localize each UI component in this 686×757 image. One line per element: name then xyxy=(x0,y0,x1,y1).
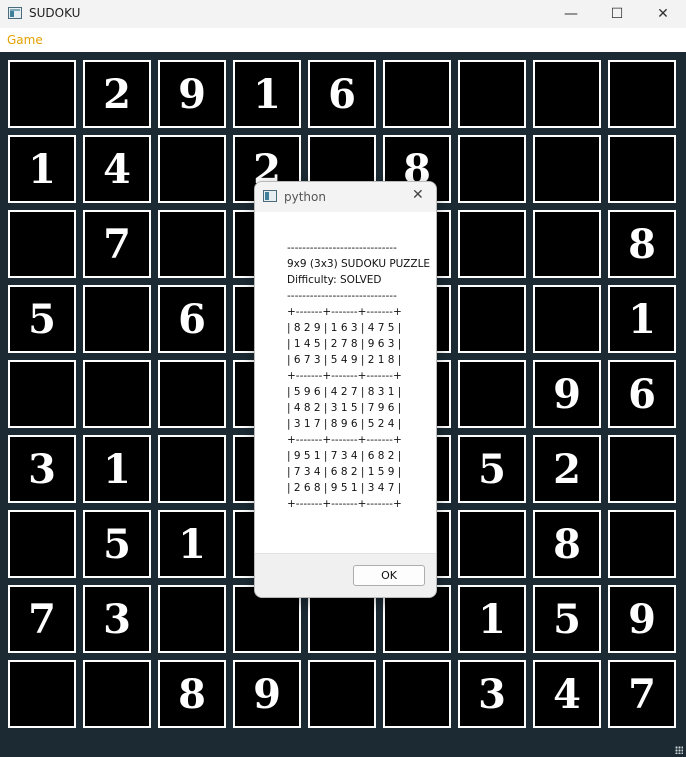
sudoku-cell-r8c9[interactable]: 9 xyxy=(608,585,676,653)
sudoku-cell-r7c1[interactable] xyxy=(8,510,76,578)
sudoku-cell-r9c8[interactable]: 4 xyxy=(533,660,601,728)
dialog-message-line: | 1 4 5 | 2 7 8 | 9 6 3 | xyxy=(287,338,402,350)
dialog-message-line: +-------+-------+-------+ xyxy=(287,370,402,382)
dialog-message-line: +-------+-------+-------+ xyxy=(287,434,402,446)
dialog-message-line: ----------------------------- xyxy=(287,242,397,254)
sudoku-cell-r7c9[interactable] xyxy=(608,510,676,578)
dialog-message-line: +-------+-------+-------+ xyxy=(287,498,402,510)
sudoku-cell-r6c7[interactable]: 5 xyxy=(458,435,526,503)
sudoku-cell-r3c8[interactable] xyxy=(533,210,601,278)
menu-game[interactable]: Game xyxy=(7,33,43,47)
menu-bar: Game xyxy=(0,28,686,52)
dialog-app-icon xyxy=(263,190,277,202)
sudoku-cell-r9c7[interactable]: 3 xyxy=(458,660,526,728)
dialog-message-line: | 6 7 3 | 5 4 9 | 2 1 8 | xyxy=(287,354,402,366)
sudoku-cell-r7c8[interactable]: 8 xyxy=(533,510,601,578)
sudoku-cell-r6c2[interactable]: 1 xyxy=(83,435,151,503)
sudoku-cell-r5c7[interactable] xyxy=(458,360,526,428)
sudoku-cell-r4c9[interactable]: 1 xyxy=(608,285,676,353)
dialog-message-line: | 3 1 7 | 8 9 6 | 5 2 4 | xyxy=(287,418,402,430)
sudoku-cell-r5c8[interactable]: 9 xyxy=(533,360,601,428)
sudoku-cell-r3c3[interactable] xyxy=(158,210,226,278)
sudoku-cell-r1c4[interactable]: 1 xyxy=(233,60,301,128)
dialog-message-line: | 2 6 8 | 9 5 1 | 3 4 7 | xyxy=(287,482,402,494)
sudoku-cell-r1c7[interactable] xyxy=(458,60,526,128)
sudoku-cell-r7c3[interactable]: 1 xyxy=(158,510,226,578)
sudoku-cell-r9c9[interactable]: 7 xyxy=(608,660,676,728)
sudoku-cell-r8c1[interactable]: 7 xyxy=(8,585,76,653)
sudoku-cell-r8c3[interactable] xyxy=(158,585,226,653)
sudoku-cell-r1c2[interactable]: 2 xyxy=(83,60,151,128)
dialog-title: python xyxy=(284,190,326,204)
sudoku-cell-r9c5[interactable] xyxy=(308,660,376,728)
sudoku-cell-r5c3[interactable] xyxy=(158,360,226,428)
sudoku-cell-r5c2[interactable] xyxy=(83,360,151,428)
sudoku-cell-r1c1[interactable] xyxy=(8,60,76,128)
title-bar: SUDOKU — ☐ ✕ xyxy=(0,0,686,28)
dialog-message-line: | 7 3 4 | 6 8 2 | 1 5 9 | xyxy=(287,466,402,478)
sudoku-cell-r2c3[interactable] xyxy=(158,135,226,203)
sudoku-cell-r4c2[interactable] xyxy=(83,285,151,353)
sudoku-cell-r1c8[interactable] xyxy=(533,60,601,128)
sudoku-cell-r3c9[interactable]: 8 xyxy=(608,210,676,278)
sudoku-cell-r4c7[interactable] xyxy=(458,285,526,353)
app-icon xyxy=(8,7,22,19)
maximize-button[interactable]: ☐ xyxy=(594,0,640,28)
sudoku-cell-r8c7[interactable]: 1 xyxy=(458,585,526,653)
sudoku-cell-r1c5[interactable]: 6 xyxy=(308,60,376,128)
sudoku-cell-r6c9[interactable] xyxy=(608,435,676,503)
sudoku-cell-r4c3[interactable]: 6 xyxy=(158,285,226,353)
sudoku-cell-r7c7[interactable] xyxy=(458,510,526,578)
sudoku-cell-r2c1[interactable]: 1 xyxy=(8,135,76,203)
sudoku-cell-r2c2[interactable]: 4 xyxy=(83,135,151,203)
dialog-message-line: | 9 5 1 | 7 3 4 | 6 8 2 | xyxy=(287,450,402,462)
sudoku-cell-r6c8[interactable]: 2 xyxy=(533,435,601,503)
sudoku-cell-r6c3[interactable] xyxy=(158,435,226,503)
dialog-message-line: | 8 2 9 | 1 6 3 | 4 7 5 | xyxy=(287,322,402,334)
sudoku-cell-r3c2[interactable]: 7 xyxy=(83,210,151,278)
sudoku-cell-r2c7[interactable] xyxy=(458,135,526,203)
dialog-title-bar: python ✕ xyxy=(255,182,436,212)
sudoku-cell-r1c3[interactable]: 9 xyxy=(158,60,226,128)
dialog-close-button[interactable]: ✕ xyxy=(412,187,424,203)
sudoku-cell-r9c3[interactable]: 8 xyxy=(158,660,226,728)
message-dialog: python ✕ ----------------------------- 9x… xyxy=(254,181,437,598)
sudoku-cell-r5c9[interactable]: 6 xyxy=(608,360,676,428)
sudoku-cell-r9c4[interactable]: 9 xyxy=(233,660,301,728)
ok-button[interactable]: OK xyxy=(353,565,425,586)
sudoku-cell-r8c8[interactable]: 5 xyxy=(533,585,601,653)
resize-grip-icon[interactable] xyxy=(675,746,683,754)
sudoku-cell-r6c1[interactable]: 3 xyxy=(8,435,76,503)
sudoku-cell-r4c8[interactable] xyxy=(533,285,601,353)
sudoku-cell-r5c1[interactable] xyxy=(8,360,76,428)
minimize-button[interactable]: — xyxy=(548,0,594,28)
sudoku-cell-r7c2[interactable]: 5 xyxy=(83,510,151,578)
dialog-message-line: Difficulty: SOLVED xyxy=(287,274,382,286)
sudoku-cell-r9c1[interactable] xyxy=(8,660,76,728)
dialog-message-line: 9x9 (3x3) SUDOKU PUZZLE xyxy=(287,258,431,270)
sudoku-cell-r4c1[interactable]: 5 xyxy=(8,285,76,353)
window-title: SUDOKU xyxy=(29,6,81,20)
dialog-message-line: | 5 9 6 | 4 2 7 | 8 3 1 | xyxy=(287,386,402,398)
dialog-message-line: | 4 8 2 | 3 1 5 | 7 9 6 | xyxy=(287,402,402,414)
dialog-footer: OK xyxy=(255,553,436,597)
sudoku-cell-r9c6[interactable] xyxy=(383,660,451,728)
sudoku-cell-r2c9[interactable] xyxy=(608,135,676,203)
sudoku-cell-r3c7[interactable] xyxy=(458,210,526,278)
sudoku-cell-r8c2[interactable]: 3 xyxy=(83,585,151,653)
sudoku-cell-r1c9[interactable] xyxy=(608,60,676,128)
dialog-message-line: ----------------------------- xyxy=(287,290,397,302)
sudoku-cell-r9c2[interactable] xyxy=(83,660,151,728)
dialog-message: ----------------------------- 9x9 (3x3) S… xyxy=(287,240,432,512)
sudoku-cell-r3c1[interactable] xyxy=(8,210,76,278)
close-button[interactable]: ✕ xyxy=(640,0,686,28)
dialog-message-line: +-------+-------+-------+ xyxy=(287,306,402,318)
sudoku-cell-r1c6[interactable] xyxy=(383,60,451,128)
sudoku-cell-r2c8[interactable] xyxy=(533,135,601,203)
